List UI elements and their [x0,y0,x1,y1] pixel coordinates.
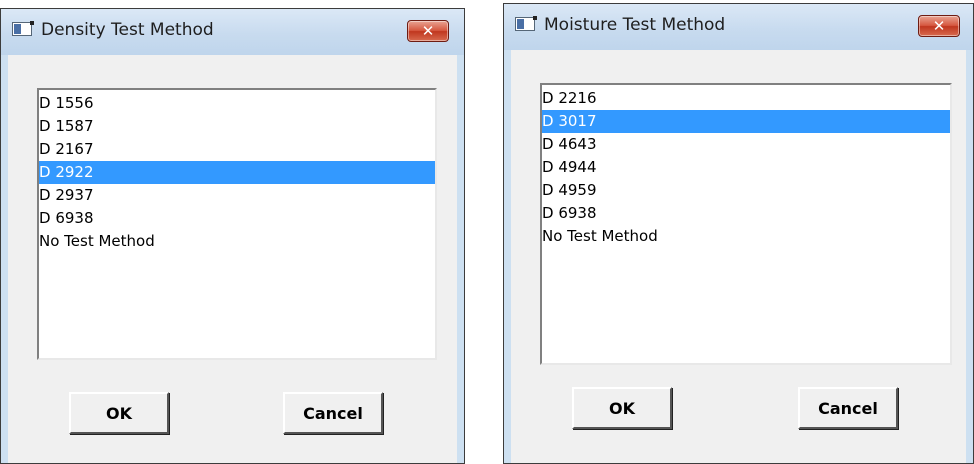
list-item-selected[interactable]: D 3017 [542,110,950,133]
list-item[interactable]: D 1556 [39,92,435,115]
list-item[interactable]: D 2167 [39,138,435,161]
cancel-button[interactable]: Cancel [283,392,383,434]
dialog-title: Moisture Test Method [544,15,726,35]
dialog-client-area: D 1556 D 1587 D 2167 D 2922 D 2937 D 693… [8,55,457,463]
list-item[interactable]: D 2937 [39,184,435,207]
dialog-title: Density Test Method [41,20,214,40]
list-item-selected[interactable]: D 2922 [39,161,435,184]
density-test-method-dialog: Density Test Method ✕ D 1556 D 1587 D 21… [0,8,465,464]
title-bar[interactable]: Moisture Test Method ✕ [504,4,973,50]
close-icon[interactable]: ✕ [918,15,960,37]
app-window-icon [12,21,34,36]
close-icon[interactable]: ✕ [407,20,449,42]
ok-button[interactable]: OK [572,387,672,429]
list-item[interactable]: D 4944 [542,156,950,179]
dialog-client-area: D 2216 D 3017 D 4643 D 4944 D 4959 D 693… [511,50,966,463]
moisture-test-method-dialog: Moisture Test Method ✕ D 2216 D 3017 D 4… [503,3,974,464]
list-item[interactable]: D 4959 [542,179,950,202]
title-bar[interactable]: Density Test Method ✕ [1,9,464,55]
list-item[interactable]: D 4643 [542,133,950,156]
ok-button[interactable]: OK [69,392,169,434]
test-method-listbox[interactable]: D 2216 D 3017 D 4643 D 4944 D 4959 D 693… [540,83,952,365]
list-item[interactable]: No Test Method [542,225,950,248]
list-item[interactable]: D 6938 [39,207,435,230]
test-method-listbox[interactable]: D 1556 D 1587 D 2167 D 2922 D 2937 D 693… [37,88,437,360]
list-item[interactable]: No Test Method [39,230,435,253]
cancel-button[interactable]: Cancel [798,387,898,429]
app-window-icon [515,16,537,31]
list-item[interactable]: D 2216 [542,87,950,110]
list-item[interactable]: D 1587 [39,115,435,138]
list-item[interactable]: D 6938 [542,202,950,225]
